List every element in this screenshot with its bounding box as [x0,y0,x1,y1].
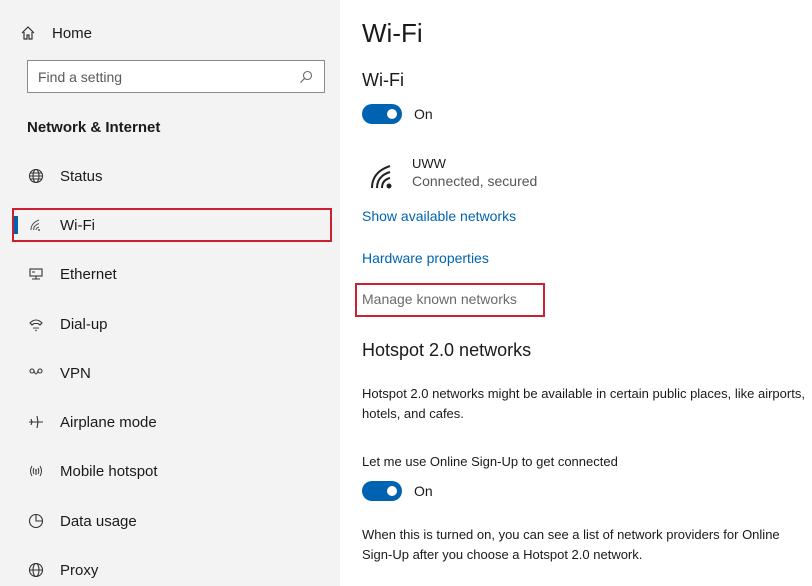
signup-footnote: When this is turned on, you can see a li… [362,527,780,562]
sidebar-item-proxy[interactable]: Proxy [14,554,332,586]
search-input[interactable] [38,68,298,85]
wifi-icon [26,215,46,235]
sidebar-item-label: Proxy [60,561,99,579]
hardware-properties-link[interactable]: Hardware properties [362,250,489,266]
sidebar-item-label: Dial-up [60,315,108,333]
sidebar-item-vpn[interactable]: VPN [14,357,332,389]
show-available-networks-link[interactable]: Show available networks [362,208,516,224]
sidebar-item-status[interactable]: Status [14,160,332,192]
sidebar-item-ethernet[interactable]: Ethernet [14,258,332,290]
signup-toggle-state: On [414,483,433,499]
globe-icon [26,560,46,580]
wifi-toggle-row: On [362,104,433,124]
sidebar: Home Network & Internet Status Wi-Fi Eth… [0,0,340,586]
section-title: Network & Internet [27,119,161,136]
page-title: Wi-Fi [362,18,423,48]
wifi-signal-icon [371,165,392,189]
home-nav-item[interactable]: Home [18,20,92,46]
sidebar-item-label: Mobile hotspot [60,462,158,480]
sidebar-item-label: VPN [60,364,91,382]
sidebar-item-airplane-mode[interactable]: Airplane mode [14,406,332,438]
signup-toggle[interactable] [362,481,402,501]
search-box[interactable] [27,60,325,93]
globe-icon [26,166,46,186]
sidebar-item-data-usage[interactable]: Data usage [14,505,332,537]
hotspot-section-title: Hotspot 2.0 networks [362,340,532,360]
sidebar-item-label: Airplane mode [60,413,157,431]
data-usage-icon [26,511,46,531]
home-icon [18,25,38,41]
sidebar-item-dialup[interactable]: Dial-up [14,308,332,340]
sidebar-item-label: Wi-Fi [60,216,95,234]
search-icon[interactable] [298,69,314,85]
network-status: Connected, secured [412,173,538,189]
main-content: Wi-Fi Wi-Fi On UWW Connected, secured Sh… [340,0,812,586]
sidebar-item-label: Data usage [60,512,137,530]
wifi-toggle[interactable] [362,104,402,124]
manage-known-networks-link[interactable]: Manage known networks [362,291,517,307]
sidebar-item-mobile-hotspot[interactable]: Mobile hotspot [14,455,332,487]
signup-label: Let me use Online Sign-Up to get connect… [362,454,618,469]
airplane-icon [26,412,46,432]
network-name: UWW [412,156,446,171]
hotspot-description: Hotspot 2.0 networks might be available … [362,386,805,421]
dialup-icon [26,314,46,334]
vpn-icon [26,363,46,383]
sidebar-item-label: Status [60,167,103,185]
wifi-section-title: Wi-Fi [362,70,404,90]
signup-toggle-row: On [362,481,433,501]
connected-network[interactable]: UWW Connected, secured [368,156,537,194]
sidebar-item-wifi[interactable]: Wi-Fi [14,209,332,241]
home-label: Home [52,24,93,42]
sidebar-item-label: Ethernet [60,265,117,283]
hotspot-icon [26,461,46,481]
ethernet-icon [26,264,46,284]
wifi-toggle-state: On [414,106,433,122]
